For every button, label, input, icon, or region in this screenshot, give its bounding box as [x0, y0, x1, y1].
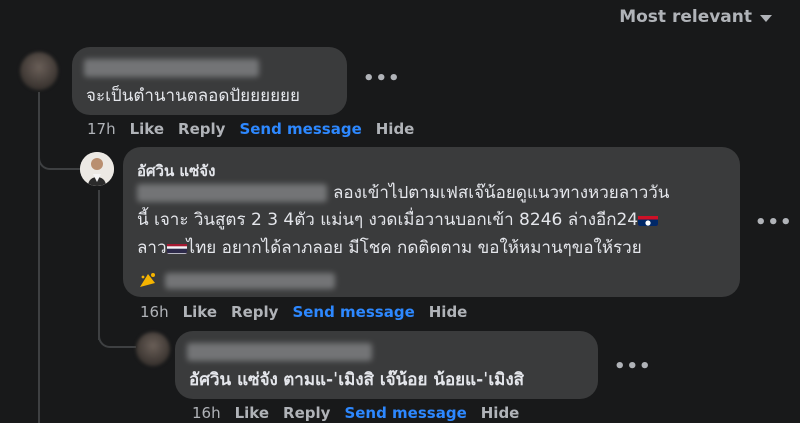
redacted-author-name	[187, 343, 372, 361]
hide-button[interactable]: Hide	[481, 404, 520, 422]
comment-author[interactable]: อัศวิน แซ่จัง	[137, 159, 215, 183]
reply-text: อัศวิน แซ่จัง ตามแ-ˈเมิงสิ เจ๊น้อย น้อยแ…	[189, 367, 524, 394]
comment-text: จะเป็นตำนานตลอดปัยยยยยย	[86, 86, 300, 106]
avatar[interactable]	[20, 52, 58, 90]
reply-actions: 16h Like Reply Send message Hide	[192, 404, 519, 422]
reply-button[interactable]: Reply	[283, 404, 330, 422]
reply-button[interactable]: Reply	[231, 303, 278, 321]
more-options-icon[interactable]: •••	[755, 212, 793, 233]
send-message-button[interactable]: Send message	[292, 303, 414, 321]
redacted-author-name	[84, 59, 259, 77]
thai-flag-icon	[166, 240, 187, 254]
reply-text-line2: นี้ เจาะ วินสูตร 2 3 4ตัว แม่นๆ งวดเมื่อ…	[137, 207, 659, 234]
send-message-button[interactable]: Send message	[344, 404, 466, 422]
reply-text-line2-text: นี้ เจาะ วินสูตร 2 3 4ตัว แม่นๆ งวดเมื่อ…	[137, 210, 639, 230]
lao-flag-icon	[638, 212, 659, 226]
caret-down-icon	[760, 14, 772, 22]
reply-actions: 16h Like Reply Send message Hide	[140, 303, 467, 321]
send-message-button[interactable]: Send message	[239, 120, 361, 138]
more-options-icon[interactable]: •••	[614, 356, 652, 377]
mention-tag[interactable]: อัศวิน แซ่จัง	[189, 370, 278, 390]
reply-text-line1: ลองเข้าไปตามเฟสเจ๊น้อยดูแนวทางหวยลาววัน	[333, 183, 670, 203]
comment-time: 17h	[87, 120, 116, 138]
comment-bubble: จะเป็นตำนานตลอดปัยยยยยย	[72, 47, 347, 115]
like-button[interactable]: Like	[235, 404, 269, 422]
redacted-tag	[137, 184, 327, 202]
reply-time: 16h	[140, 303, 169, 321]
hide-button[interactable]: Hide	[429, 303, 468, 321]
like-button[interactable]: Like	[183, 303, 217, 321]
avatar[interactable]	[80, 152, 114, 186]
avatar[interactable]	[136, 332, 170, 366]
reply-text-line3: ลาว ไทย อยากได้ลาภลอย มีโชค กดติดตาม ขอให…	[137, 235, 642, 262]
reply-text-line3-text: ไทย อยากได้ลาภลอย มีโชค กดติดตาม ขอให้หม…	[186, 238, 642, 258]
sort-label: Most relevant	[619, 7, 752, 27]
like-button[interactable]: Like	[130, 120, 164, 138]
reply-button[interactable]: Reply	[178, 120, 225, 138]
reply-bubble: อัศวิน แซ่จัง ตามแ-ˈเมิงสิ เจ๊น้อย น้อยแ…	[175, 331, 598, 399]
sparkle-emoji-icon	[137, 269, 159, 291]
thread-branch	[38, 138, 80, 170]
comment-actions: 17h Like Reply Send message Hide	[87, 120, 414, 138]
reply-text-body: ตามแ-ˈเมิงสิ เจ๊น้อย น้อยแ-ˈเมิงสิ	[283, 370, 525, 390]
sort-dropdown[interactable]: Most relevant	[619, 7, 772, 27]
reply-text-line3-start: ลาว	[137, 238, 167, 258]
person-photo	[80, 152, 114, 186]
redacted-link	[165, 273, 335, 289]
reply-time: 16h	[192, 404, 221, 422]
hide-button[interactable]: Hide	[376, 120, 415, 138]
reply-bubble: อัศวิน แซ่จัง ลองเข้าไปตามเฟสเจ๊น้อยดูแน…	[123, 147, 740, 297]
more-options-icon[interactable]: •••	[363, 68, 401, 89]
reply-thread-branch	[98, 318, 136, 348]
